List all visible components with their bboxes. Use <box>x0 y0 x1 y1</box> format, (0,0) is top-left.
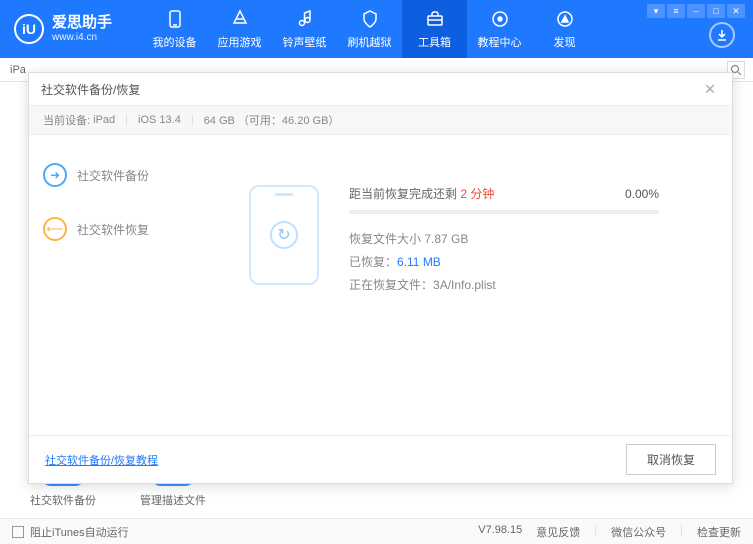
win-minimize-icon[interactable]: – <box>687 4 705 18</box>
nav-toolbox[interactable]: 工具箱 <box>402 0 467 58</box>
nav-tutorial[interactable]: 教程中心 <box>467 0 532 58</box>
progress-bar <box>349 210 659 214</box>
device-tab[interactable]: iPa <box>10 64 26 76</box>
app-header: iU 爱思助手 www.i4.cn 我的设备 应用游戏 铃声壁纸 刷机越狱 工具… <box>0 0 753 58</box>
toolbox-icon <box>424 8 446 30</box>
version-label: V7.98.15 <box>478 524 522 540</box>
modal-header: 社交软件备份/恢复 ✕ <box>29 73 732 105</box>
cancel-button[interactable]: 取消恢复 <box>626 444 716 475</box>
close-icon[interactable]: ✕ <box>700 79 720 99</box>
modal-footer: 社交软件备份/恢复教程 取消恢复 <box>29 435 732 483</box>
backup-arrow-icon: ➜ <box>43 163 67 187</box>
download-icon[interactable] <box>709 22 735 48</box>
restored-line: 已恢复：6.11 MB <box>349 253 659 270</box>
device-info-bar: 当前设备: iPad | iOS 13.4 | 64 GB （可用：46.20 … <box>29 105 732 135</box>
logo: iU 爱思助手 www.i4.cn <box>14 14 112 44</box>
modal-main: 距当前恢复完成还剩 2 分钟 0.00% 恢复文件大小 7.87 GB 已恢复：… <box>209 135 732 435</box>
nav-apps[interactable]: 应用游戏 <box>207 0 272 58</box>
restore-modal: 社交软件备份/恢复 ✕ 当前设备: iPad | iOS 13.4 | 64 G… <box>28 72 733 484</box>
music-icon <box>294 8 316 30</box>
progress-panel: 距当前恢复完成还剩 2 分钟 0.00% 恢复文件大小 7.87 GB 已恢复：… <box>349 185 659 435</box>
book-icon <box>489 8 511 30</box>
footer-update[interactable]: 检查更新 <box>697 524 741 540</box>
win-maximize-icon[interactable]: □ <box>707 4 725 18</box>
device-illustration-icon <box>249 185 319 285</box>
modal-sidebar: ➜ 社交软件备份 ⟵ 社交软件恢复 <box>29 135 209 435</box>
itunes-checkbox-label: 阻止iTunes自动运行 <box>30 524 129 540</box>
app-footer: 阻止iTunes自动运行 V7.98.15 意见反馈 | 微信公众号 | 检查更… <box>0 518 753 544</box>
percent-value: 0.00% <box>625 187 659 201</box>
sidebar-item-backup[interactable]: ➜ 社交软件备份 <box>43 155 209 195</box>
tutorial-link[interactable]: 社交软件备份/恢复教程 <box>45 452 158 468</box>
apps-icon <box>229 8 251 30</box>
footer-wechat[interactable]: 微信公众号 <box>611 524 666 540</box>
device-name: iPad <box>93 114 115 126</box>
logo-icon: iU <box>14 14 44 44</box>
phone-icon <box>164 8 186 30</box>
modal-title: 社交软件备份/恢复 <box>41 81 140 98</box>
footer-feedback[interactable]: 意见反馈 <box>536 524 580 540</box>
nav-ringtones[interactable]: 铃声壁纸 <box>272 0 337 58</box>
current-file-line: 正在恢复文件：3A/Info.plist <box>349 276 659 293</box>
shield-icon <box>359 8 381 30</box>
storage-info: 64 GB （可用：46.20 GB） <box>204 112 340 128</box>
window-controls: ▾ ≡ – □ ✕ <box>647 4 745 18</box>
sidebar-item-restore[interactable]: ⟵ 社交软件恢复 <box>43 209 209 249</box>
nav-my-device[interactable]: 我的设备 <box>142 0 207 58</box>
win-menu-icon[interactable]: ▾ <box>647 4 665 18</box>
device-label: 当前设备: <box>43 112 90 128</box>
logo-url: www.i4.cn <box>52 32 112 43</box>
time-remaining: 距当前恢复完成还剩 2 分钟 <box>349 185 494 202</box>
itunes-checkbox[interactable] <box>12 526 24 538</box>
logo-title: 爱思助手 <box>52 15 112 32</box>
nav-jailbreak[interactable]: 刷机越狱 <box>337 0 402 58</box>
nav-discover[interactable]: 发现 <box>532 0 597 58</box>
compass-icon <box>554 8 576 30</box>
win-close-icon[interactable]: ✕ <box>727 4 745 18</box>
restore-arrow-icon: ⟵ <box>43 217 67 241</box>
file-size-line: 恢复文件大小 7.87 GB <box>349 230 659 247</box>
win-lock-icon[interactable]: ≡ <box>667 4 685 18</box>
ios-version: iOS 13.4 <box>138 114 181 126</box>
